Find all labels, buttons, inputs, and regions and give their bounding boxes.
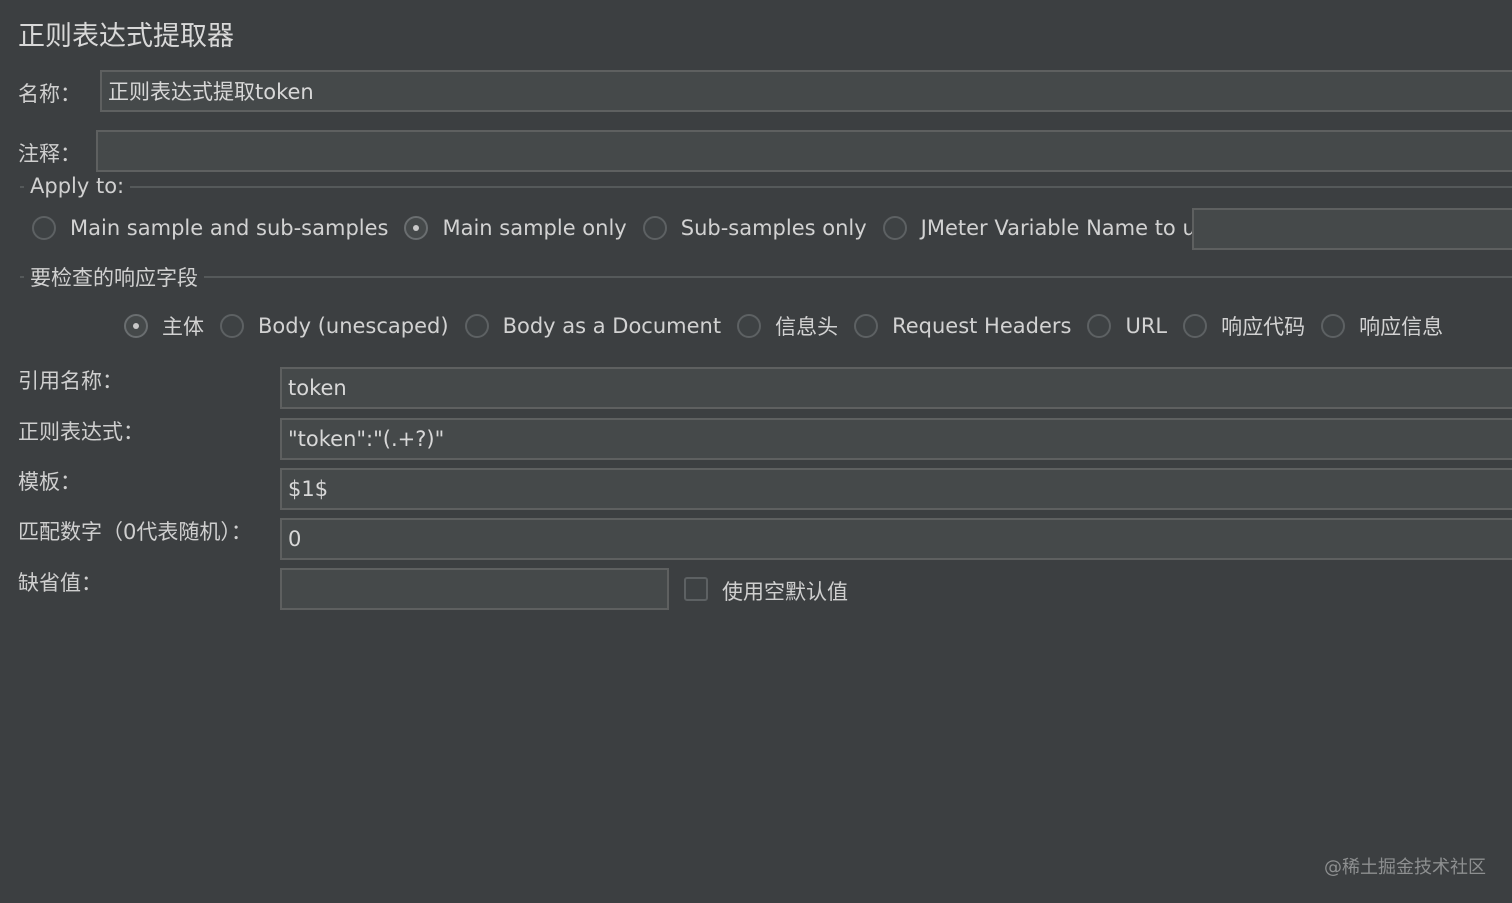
radio-main-only[interactable] (404, 216, 429, 240)
apply-to-group-border (20, 186, 1512, 188)
use-empty-default-label: 使用空默认值 (722, 580, 848, 604)
use-empty-default-checkbox[interactable] (684, 577, 708, 601)
comment-label: 注释： (18, 142, 81, 166)
radio-url-label: URL (1125, 314, 1168, 338)
name-input[interactable]: 正则表达式提取token (100, 70, 1512, 112)
field-to-check-radio-group: 主体 Body (unescaped) Body as a Document 信… (124, 311, 1459, 341)
radio-url[interactable] (1087, 314, 1112, 338)
default-value-label: 缺省值： (18, 571, 102, 595)
radio-main-and-sub-label: Main sample and sub-samples (70, 216, 389, 240)
radio-jmeter-variable-label: JMeter Variable Name to use (920, 216, 1220, 240)
radio-body-as-document[interactable] (464, 314, 489, 338)
ref-name-label: 引用名称： (18, 369, 123, 393)
radio-response-code-label: 响应代码 (1221, 315, 1306, 339)
watermark: @稀土掘金技术社区 (1324, 857, 1486, 878)
radio-body-label: 主体 (162, 315, 204, 339)
template-input[interactable]: $1$ (280, 468, 1512, 510)
radio-response-code[interactable] (1183, 314, 1208, 338)
ref-name-input[interactable]: token (280, 367, 1512, 409)
radio-body-unescaped[interactable] (220, 314, 244, 338)
match-no-label: 匹配数字（0代表随机）： (18, 520, 252, 544)
field-to-check-group-border (20, 276, 1512, 278)
radio-request-headers-label: Request Headers (892, 314, 1072, 338)
jmeter-variable-name-input[interactable] (1192, 208, 1512, 250)
radio-headers-label: 信息头 (775, 315, 839, 339)
regex-input[interactable]: "token":"(.+?)" (280, 418, 1512, 460)
radio-body[interactable] (124, 314, 148, 338)
comment-input[interactable] (96, 130, 1512, 172)
radio-response-message[interactable] (1321, 314, 1346, 338)
match-no-input[interactable]: 0 (280, 518, 1512, 560)
radio-sub-only[interactable] (642, 216, 667, 240)
field-to-check-title: 要检查的响应字段 (24, 262, 204, 292)
radio-jmeter-variable[interactable] (882, 216, 907, 240)
default-value-input[interactable] (280, 568, 669, 610)
radio-body-as-document-label: Body as a Document (502, 314, 722, 338)
radio-main-and-sub[interactable] (32, 216, 56, 240)
radio-main-only-label: Main sample only (442, 216, 627, 240)
regex-label: 正则表达式： (18, 420, 144, 444)
name-label: 名称： (18, 82, 81, 106)
radio-headers[interactable] (737, 314, 762, 338)
radio-response-message-label: 响应信息 (1359, 315, 1444, 339)
apply-to-title: Apply to: (24, 174, 131, 198)
radio-sub-only-label: Sub-samples only (680, 216, 867, 240)
template-label: 模板： (18, 470, 81, 494)
radio-body-unescaped-label: Body (unescaped) (258, 314, 449, 338)
page-title: 正则表达式提取器 (18, 21, 234, 52)
apply-to-radio-group: Main sample and sub-samples Main sample … (32, 216, 1236, 240)
radio-request-headers[interactable] (854, 314, 879, 338)
